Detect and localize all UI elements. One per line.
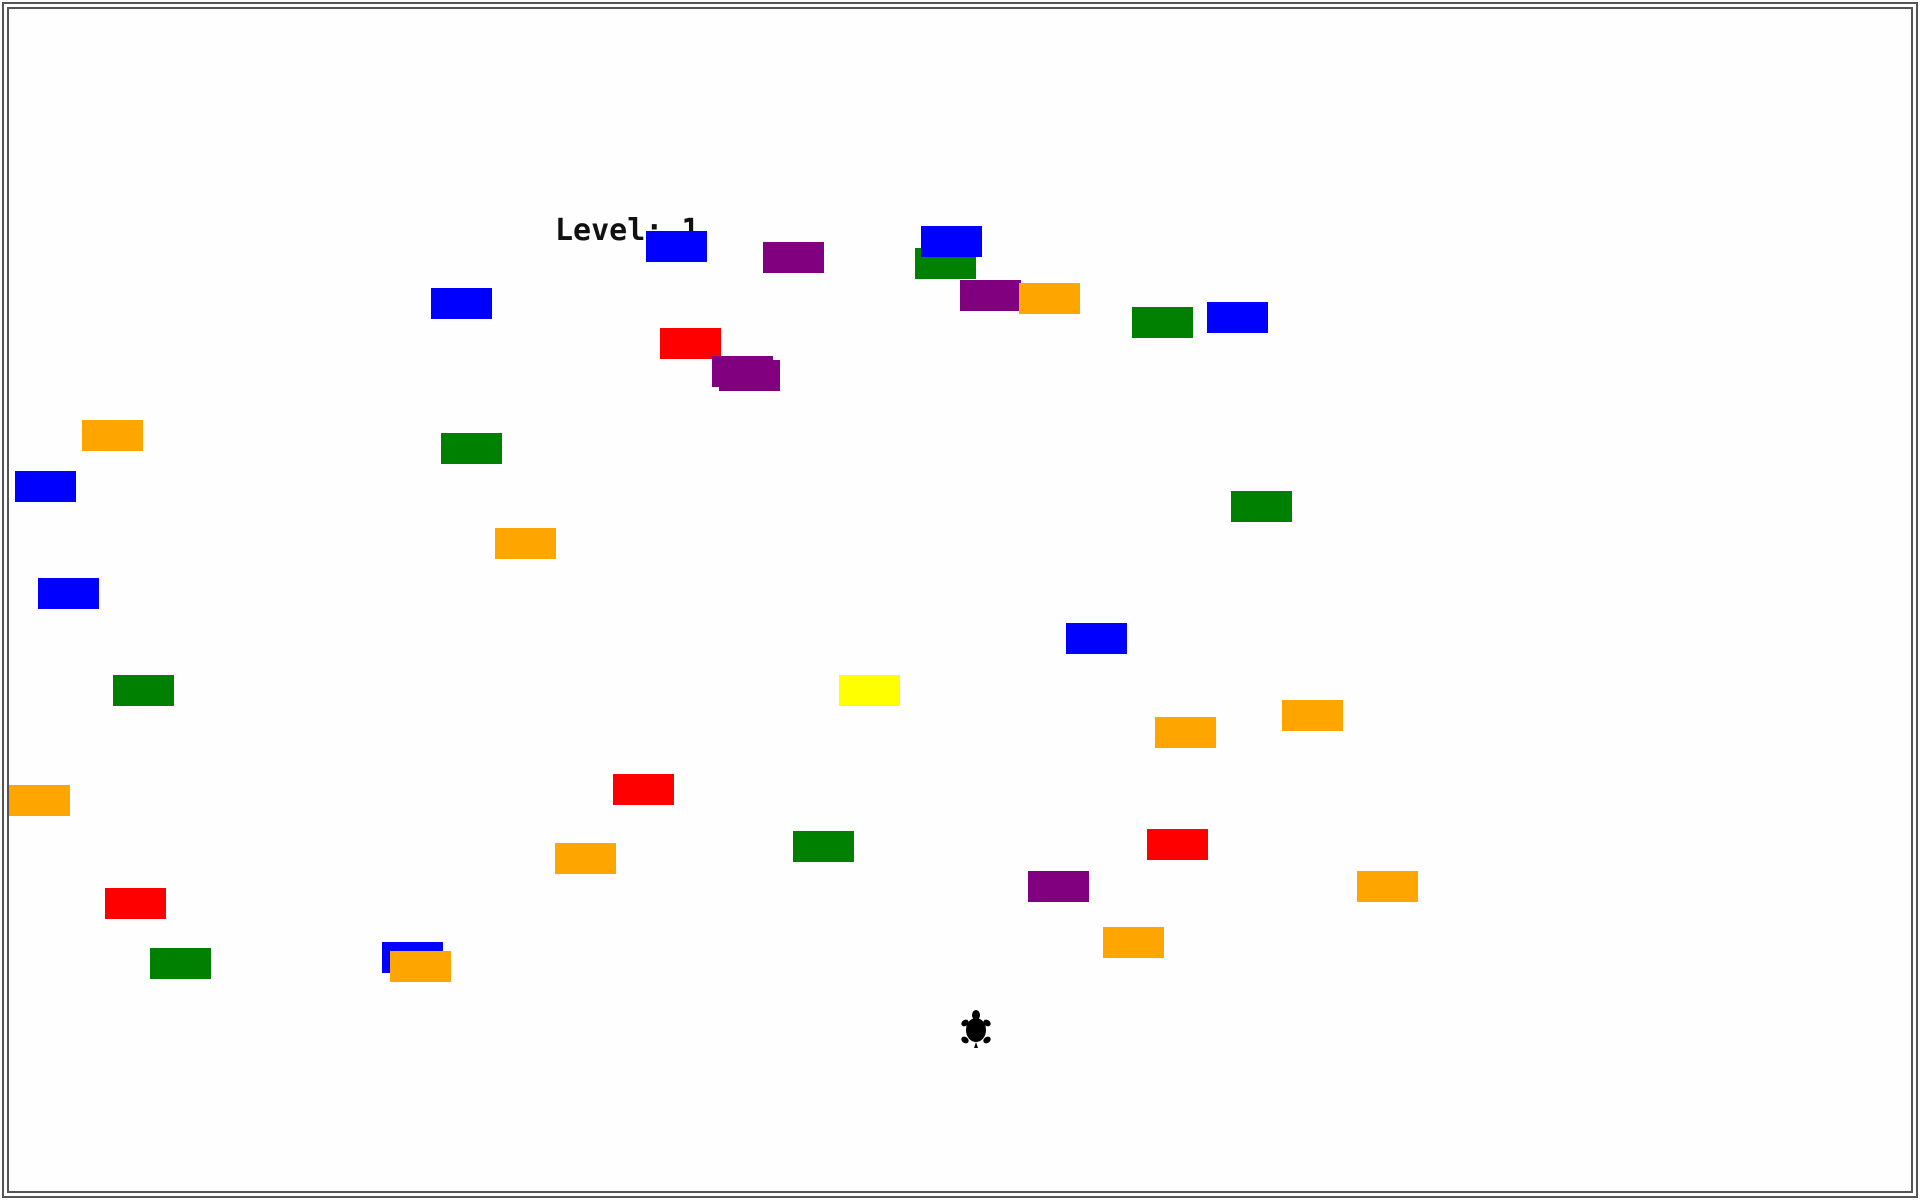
orange-block — [1103, 927, 1164, 958]
orange-block — [495, 528, 556, 559]
red-block — [105, 888, 166, 919]
orange-block — [555, 843, 616, 874]
orange-block — [1282, 700, 1343, 731]
green-block — [441, 433, 502, 464]
green-block — [150, 948, 211, 979]
yellow-block — [839, 675, 900, 706]
green-block — [1132, 307, 1193, 338]
green-block — [113, 675, 174, 706]
green-block — [1231, 491, 1292, 522]
red-block — [660, 328, 721, 359]
blue-block — [646, 231, 707, 262]
orange-block — [9, 785, 70, 816]
purple-block — [719, 360, 780, 391]
red-block — [613, 774, 674, 805]
game-window: Level: 1 — [0, 0, 1920, 1200]
blue-block — [1207, 302, 1268, 333]
blue-block — [1066, 623, 1127, 654]
game-canvas[interactable]: Level: 1 — [7, 7, 1913, 1193]
blue-block — [921, 226, 982, 257]
purple-block — [1028, 871, 1089, 902]
turtle-icon — [961, 1010, 991, 1048]
orange-block — [1357, 871, 1418, 902]
red-block — [1147, 829, 1208, 860]
orange-block — [82, 420, 143, 451]
green-block — [793, 831, 854, 862]
purple-block — [763, 242, 824, 273]
blue-block — [38, 578, 99, 609]
orange-block — [390, 951, 451, 982]
blue-block — [431, 288, 492, 319]
orange-block — [1019, 283, 1080, 314]
orange-block — [1155, 717, 1216, 748]
blue-block — [15, 471, 76, 502]
purple-block — [960, 280, 1021, 311]
